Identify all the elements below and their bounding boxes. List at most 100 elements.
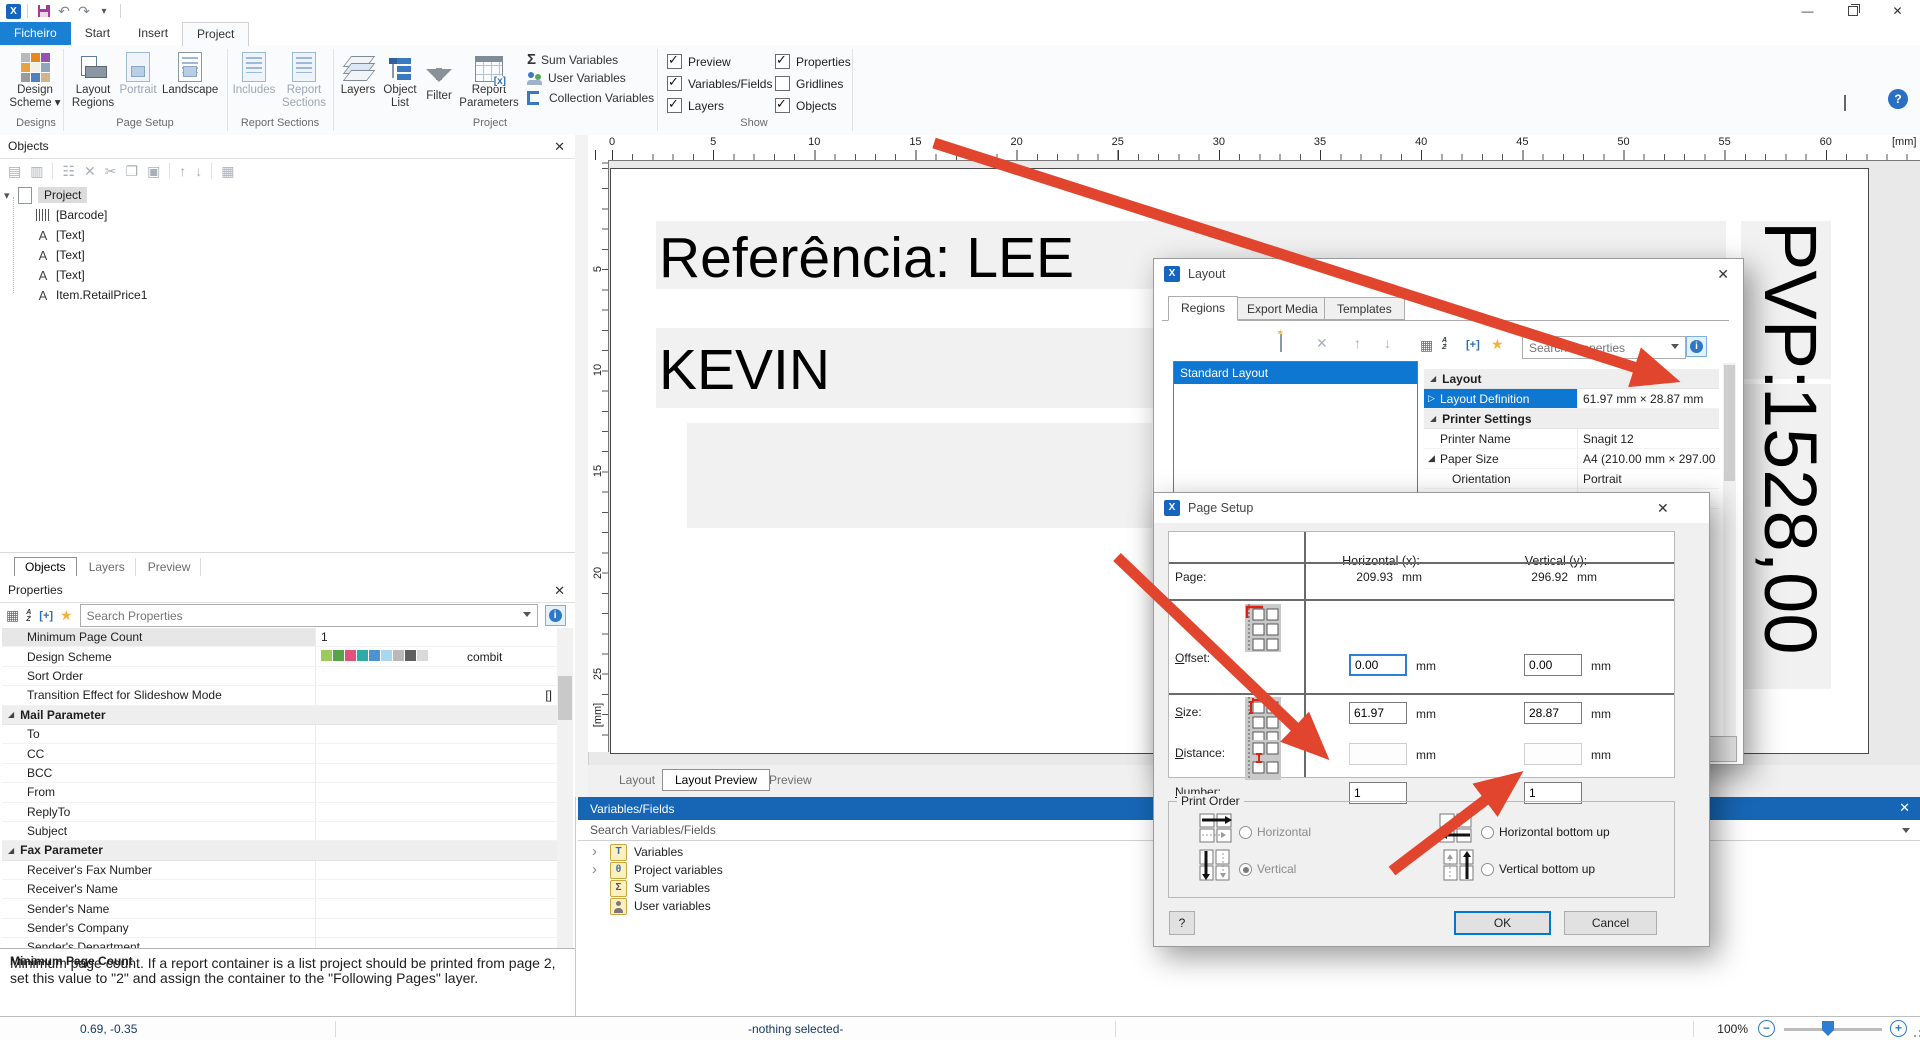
row-expander-icon[interactable]: ▷ [1428, 393, 1440, 404]
tab-layout[interactable]: Layout [607, 770, 667, 790]
radio-vertical-bottom-up[interactable] [1481, 863, 1494, 876]
info-button[interactable]: i [1686, 336, 1707, 357]
tab-layers[interactable]: Layers [79, 558, 136, 576]
property-row[interactable]: Minimum Page Count1 [2, 628, 557, 647]
tab-layout-preview[interactable]: Layout Preview [662, 769, 770, 791]
layout-regions-button[interactable]: Layout Regions [66, 48, 120, 110]
tab-ficheiro[interactable]: Ficheiro [0, 22, 71, 45]
property-value[interactable] [316, 744, 557, 762]
report-parameters-button[interactable]: Report Parameters [458, 48, 520, 110]
sort-az-icon[interactable]: AZ↓ [1442, 337, 1448, 351]
expand-all-icon[interactable]: [+] [1466, 339, 1480, 351]
new-region-button[interactable] [1280, 335, 1282, 351]
paste-icon[interactable]: ▣ [147, 163, 160, 180]
property-row[interactable]: Sort Order [2, 667, 557, 686]
info-button[interactable]: i [545, 605, 566, 626]
expand-all-icon[interactable]: [+] [39, 610, 53, 622]
property-row[interactable]: Transition Effect for Slideshow Mode[] [2, 686, 557, 705]
tree-item-item-retailprice1[interactable]: AItem.RetailPrice1 [0, 285, 575, 305]
move-down-icon[interactable]: ↓ [195, 163, 202, 179]
property-value[interactable] [316, 803, 557, 821]
offset-y-input[interactable] [1524, 654, 1582, 676]
help-button[interactable]: ? [1888, 89, 1908, 109]
property-value[interactable]: combit [316, 647, 557, 665]
price-value-text[interactable]: 1528,00 [1745, 387, 1835, 655]
close-layout-dialog-button[interactable]: ✕ [1717, 266, 1729, 283]
minimize-button[interactable]: — [1785, 0, 1830, 22]
checkbox-gridlines[interactable]: Gridlines [775, 76, 843, 91]
property-row[interactable]: Design Schemecombit [2, 647, 557, 666]
property-value[interactable]: Snagit 12 [1578, 429, 1719, 448]
favorites-icon[interactable]: ★ [60, 607, 73, 624]
tab-regions[interactable]: Regions [1168, 296, 1238, 321]
property-row[interactable]: Subject [2, 822, 557, 841]
property-row[interactable]: OrientationPortrait [1424, 469, 1719, 489]
property-row[interactable]: ▷Layout Definition61.97 mm × 28.87 mm [1424, 389, 1719, 409]
zoom-out-button[interactable]: − [1758, 1020, 1775, 1037]
tab-preview[interactable]: Preview [138, 558, 202, 576]
property-row[interactable]: Sender's Company [2, 919, 557, 938]
sort-az-icon[interactable]: AZ↓ [26, 609, 32, 623]
property-group-row[interactable]: ◢Printer Settings [1424, 409, 1719, 429]
design-scheme-button[interactable]: Design Scheme ▾ [6, 48, 64, 110]
property-row[interactable]: Printer NameSnagit 12 [1424, 429, 1719, 449]
panel-splitter[interactable] [575, 135, 589, 797]
region-list-item[interactable]: Standard Layout [1174, 362, 1417, 384]
property-row[interactable]: Receiver's Fax Number [2, 861, 557, 880]
includes-button[interactable]: Includes [232, 48, 276, 97]
help-button[interactable]: ? [1169, 911, 1195, 935]
property-value[interactable] [316, 899, 557, 917]
undo-button[interactable]: ↶ [54, 2, 74, 20]
region-up-icon[interactable]: ↑ [1354, 335, 1361, 351]
checkbox-variables-fields[interactable]: Variables/Fields [667, 76, 772, 91]
property-group-row[interactable]: ◢Layout [1424, 369, 1719, 389]
region-down-icon[interactable]: ↓ [1384, 335, 1391, 351]
property-row[interactable]: ReplyTo [2, 803, 557, 822]
categorized-view-icon[interactable]: ▦ [6, 607, 19, 624]
categorized-view-icon[interactable]: ▦ [1420, 337, 1433, 354]
close-objects-panel-icon[interactable]: ✕ [554, 139, 565, 155]
tab-insert[interactable]: Insert [124, 22, 182, 45]
object-list-button[interactable]: Object List [380, 48, 420, 110]
sum-variables-button[interactable]: Σ Sum Variables [527, 51, 618, 68]
zoom-slider-thumb[interactable] [1822, 1021, 1834, 1036]
size-x-input[interactable] [1349, 702, 1407, 724]
tab-start[interactable]: Start [71, 22, 124, 45]
properties-scrollbar[interactable] [557, 628, 573, 948]
reference-text[interactable]: Referência: LEE [659, 225, 1074, 291]
group-expander-icon[interactable]: ◢ [1430, 414, 1436, 423]
property-value[interactable]: 1 [316, 628, 557, 646]
property-value[interactable] [316, 667, 557, 685]
customize-quick-access-button[interactable]: ▾ [94, 2, 114, 20]
radio-vertical[interactable] [1239, 863, 1252, 876]
new-table-append-icon[interactable]: ▥ [30, 163, 43, 180]
new-table-icon[interactable]: ▤ [8, 163, 21, 180]
copy-icon[interactable]: ❐ [126, 163, 139, 180]
close-variables-panel-icon[interactable]: ✕ [1899, 800, 1910, 816]
collection-variables-button[interactable]: Collection Variables [527, 91, 654, 105]
delete-region-icon[interactable]: ✕ [1316, 335, 1328, 352]
layers-button[interactable]: Layers [340, 48, 376, 97]
tab-export-media[interactable]: Export Media [1234, 297, 1331, 320]
restore-button[interactable] [1830, 0, 1875, 22]
group-expander-icon[interactable]: ◢ [8, 710, 14, 719]
property-value[interactable]: Portrait [1578, 469, 1719, 488]
property-row[interactable]: From [2, 783, 557, 802]
group-expander-icon[interactable]: ◢ [1430, 374, 1436, 383]
name-text[interactable]: KEVIN [659, 337, 830, 403]
empty-text-object[interactable] [687, 423, 1152, 528]
assign-layer-icon[interactable]: ▦ [221, 163, 234, 180]
property-group-row[interactable]: ◢Mail Parameter [2, 706, 557, 725]
property-group-row[interactable]: ◢Fax Parameter [2, 841, 557, 860]
checkbox-layers[interactable]: Layers [667, 98, 724, 113]
move-up-icon[interactable]: ↑ [179, 163, 186, 179]
property-value[interactable]: A4 (210.00 mm × 297.00 ... [1578, 449, 1719, 468]
radio-vertical-bottom-up-label[interactable]: Vertical bottom up [1499, 862, 1595, 876]
delete-icon[interactable]: ✕ [84, 163, 96, 180]
user-variables-button[interactable]: User Variables [527, 71, 626, 85]
report-sections-button[interactable]: Report Sections [280, 48, 328, 110]
property-value[interactable] [316, 764, 557, 782]
size-y-input[interactable] [1524, 702, 1582, 724]
tree-item--text-[interactable]: A[Text] [0, 245, 575, 265]
tree-item--text-[interactable]: A[Text] [0, 265, 575, 285]
